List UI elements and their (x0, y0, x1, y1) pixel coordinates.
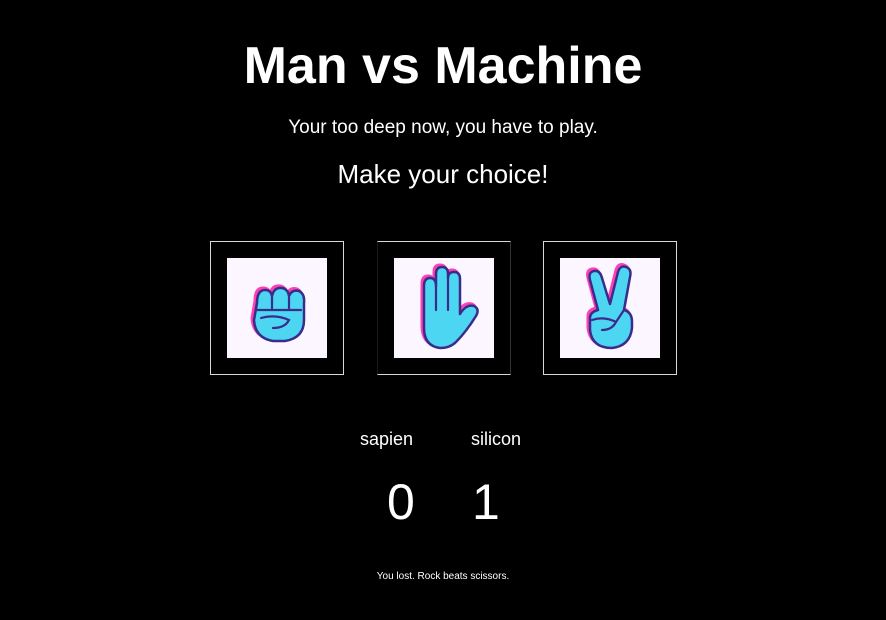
game-screen: Man vs Machine Your too deep now, you ha… (0, 0, 886, 620)
paper-button[interactable] (377, 241, 511, 375)
machine-score-label: silicon (471, 429, 522, 449)
human-score: 0 (387, 474, 415, 530)
choice-buttons (210, 241, 677, 375)
rock-button[interactable] (210, 241, 344, 375)
subtitle: Your too deep now, you have to play. (288, 117, 598, 138)
scissors-button[interactable] (543, 241, 677, 375)
page-title: Man vs Machine (243, 37, 643, 95)
result-message: You lost. Rock beats scissors. (376, 571, 510, 582)
paper-tile (394, 258, 494, 358)
human-score-label: sapien (360, 429, 414, 449)
victory-hand-icon (586, 263, 634, 350)
fist-hand-icon (250, 284, 306, 343)
choice-prompt: Make your choice! (337, 159, 549, 189)
machine-score: 1 (472, 474, 500, 530)
rock-tile (227, 258, 327, 358)
scissors-tile (560, 258, 660, 358)
open-hand-icon (420, 263, 479, 350)
